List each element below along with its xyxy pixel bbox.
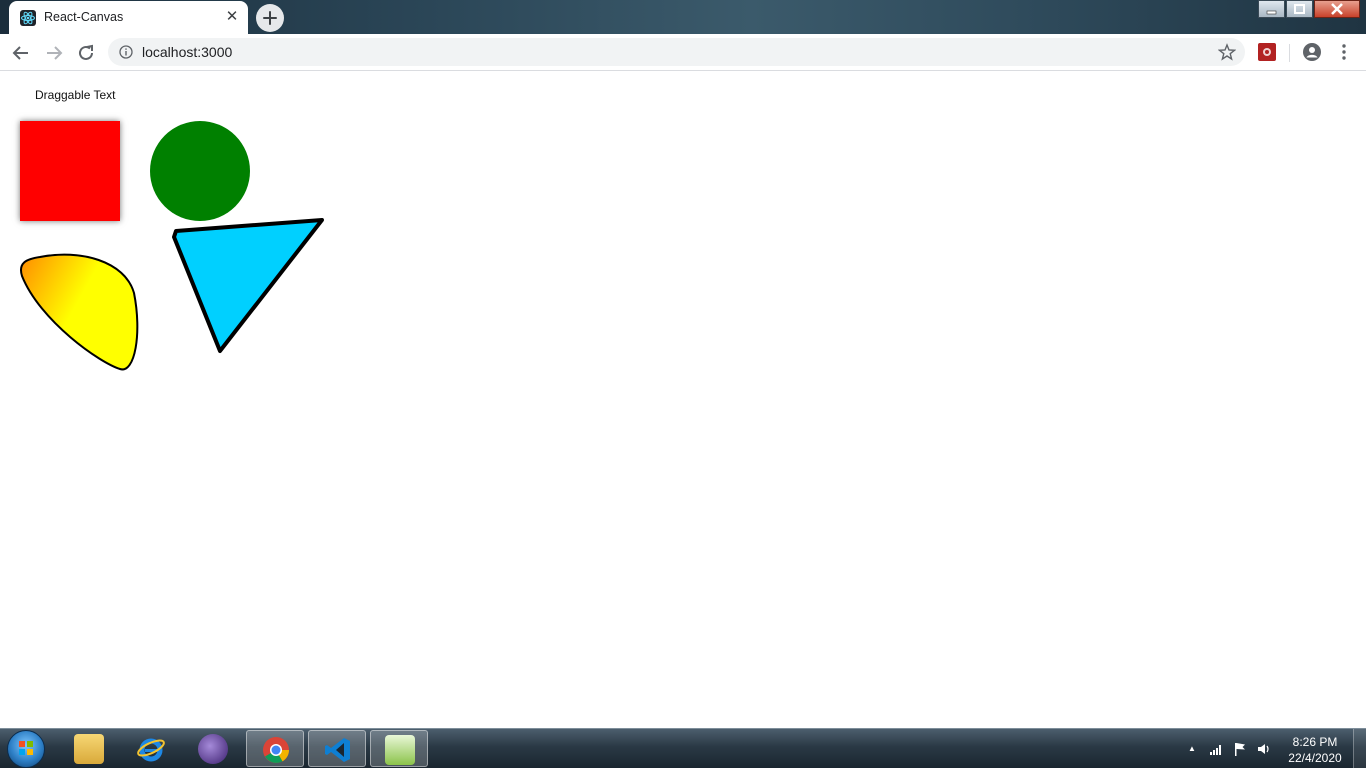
react-icon xyxy=(20,10,36,26)
clock-date: 22/4/2020 xyxy=(1288,751,1342,765)
forward-button[interactable] xyxy=(41,40,67,66)
taskbar-eclipse[interactable] xyxy=(184,730,242,767)
notepad-plus-icon xyxy=(385,735,415,765)
bookmark-star-icon[interactable] xyxy=(1218,43,1236,61)
window-titlebar: React-Canvas ✕ xyxy=(0,0,1366,34)
tab-title: React-Canvas xyxy=(44,10,124,24)
address-bar[interactable]: localhost:3000 xyxy=(108,38,1245,66)
vscode-icon xyxy=(323,735,353,765)
canvas-page: Draggable Text xyxy=(0,71,1366,728)
browser-tab-active[interactable]: React-Canvas ✕ xyxy=(9,1,248,34)
back-button[interactable] xyxy=(8,40,34,66)
browser-toolbar: localhost:3000 xyxy=(0,34,1366,71)
network-signal-icon[interactable] xyxy=(1208,741,1224,757)
arrow-right-icon xyxy=(47,46,63,60)
show-hidden-icons-icon[interactable]: ▲ xyxy=(1184,741,1200,757)
show-desktop-button[interactable] xyxy=(1353,729,1366,769)
extension-icon[interactable] xyxy=(1258,43,1276,61)
taskbar-internet-explorer[interactable] xyxy=(122,730,180,767)
profile-avatar-icon[interactable] xyxy=(1302,42,1322,62)
volume-icon[interactable] xyxy=(1256,741,1272,757)
windows-taskbar: ▲ 8:26 PM 22/4/2020 xyxy=(0,728,1366,769)
minimize-button[interactable] xyxy=(1258,0,1285,18)
folder-icon xyxy=(74,734,104,764)
restore-button[interactable] xyxy=(1286,0,1313,18)
shapes-layer xyxy=(20,218,324,371)
window-controls xyxy=(1257,0,1360,18)
gradient-blob-shape[interactable] xyxy=(20,253,139,371)
taskbar-vscode[interactable] xyxy=(308,730,366,767)
url-text[interactable]: localhost:3000 xyxy=(142,44,232,60)
action-center-flag-icon[interactable] xyxy=(1232,741,1248,757)
internet-explorer-icon xyxy=(136,734,166,764)
windows-logo-icon xyxy=(19,741,33,755)
reload-button[interactable] xyxy=(73,40,99,66)
taskbar-chrome[interactable] xyxy=(246,730,304,767)
eclipse-icon xyxy=(198,734,228,764)
kebab-menu-icon[interactable] xyxy=(1336,42,1352,62)
reload-icon xyxy=(79,44,93,60)
new-tab-button[interactable] xyxy=(256,4,284,32)
plus-icon xyxy=(263,11,277,25)
info-icon[interactable] xyxy=(119,45,133,59)
close-tab-icon[interactable]: ✕ xyxy=(224,9,240,25)
chrome-icon xyxy=(261,735,291,765)
close-window-button[interactable] xyxy=(1314,0,1360,18)
toolbar-divider xyxy=(1289,44,1290,62)
taskbar-file-explorer[interactable] xyxy=(60,730,118,767)
taskbar-clock[interactable]: 8:26 PM 22/4/2020 xyxy=(1285,734,1345,766)
arrow-left-icon xyxy=(12,46,28,60)
clock-time: 8:26 PM xyxy=(1292,735,1338,749)
cyan-triangle-shape[interactable] xyxy=(172,218,324,353)
start-button[interactable] xyxy=(7,730,45,768)
taskbar-notepad-plus[interactable] xyxy=(370,730,428,767)
